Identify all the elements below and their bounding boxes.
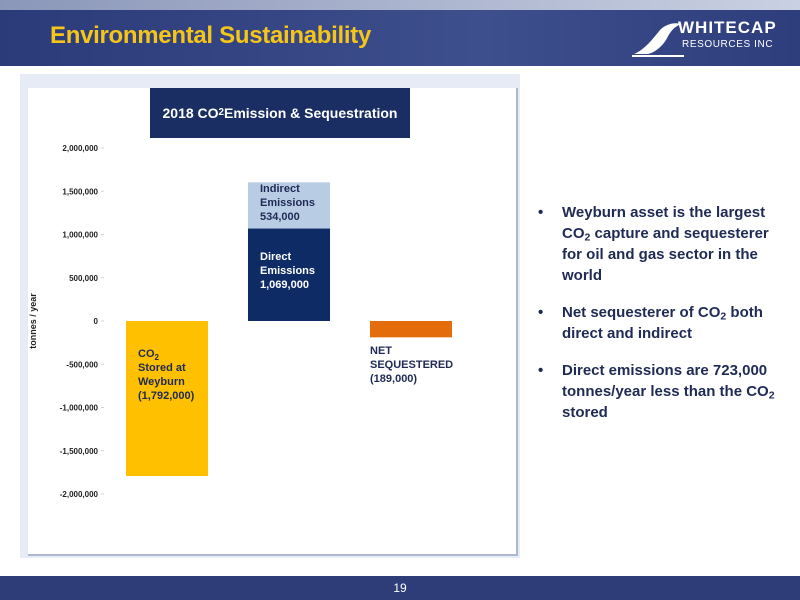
chart-title-part-1: 2018 CO (162, 105, 219, 121)
bar-label-1-line-0: Direct (260, 251, 292, 263)
bar-label-2-line-2: 534,000 (260, 211, 300, 223)
y-tick-label: -1,500,000 (60, 447, 99, 456)
bullet-3-subscript: 2 (768, 389, 775, 402)
y-tick-label: 2,000,000 (62, 144, 98, 153)
bullet-3-text-end: stored (562, 404, 608, 421)
chart-title-part-3: Emission & Sequestration (224, 105, 398, 121)
bar-label-3-line-1: SEQUESTERED (370, 359, 453, 371)
bar-label-subscript: 2 (155, 353, 160, 362)
bar-label-2-line-1: Emissions (260, 197, 315, 209)
y-tick-label: -2,000,000 (60, 490, 99, 499)
page-number: 19 (393, 581, 407, 595)
bar-label-3-line-0: NET (370, 345, 392, 357)
bullet-2-text: Net sequesterer of CO (562, 304, 721, 321)
y-tick-label: 500,000 (69, 274, 98, 283)
bar-label-2-line-0: Indirect (260, 183, 300, 195)
bullet-item-3: Direct emissions are 723,000 tonnes/year… (536, 360, 776, 423)
y-tick-label: 0 (94, 317, 99, 326)
y-axis-label: tonnes / year (28, 293, 38, 349)
bar-label-1-line-2: 1,069,000 (260, 279, 309, 291)
bar-label-0-line-3: (1,792,000) (138, 390, 195, 402)
bullet-item-1: Weyburn asset is the largest CO2 capture… (536, 202, 776, 286)
bullet-3-text: Direct emissions are 723,000 tonnes/year… (562, 362, 769, 400)
bullet-item-2: Net sequesterer of CO2 both direct and i… (536, 302, 776, 344)
y-tick-label: 1,500,000 (62, 187, 98, 196)
bullet-list: Weyburn asset is the largest CO2 capture… (536, 202, 776, 439)
bar-label-3-line-2: (189,000) (370, 373, 417, 385)
chart-title: 2018 CO 2 Emission & Sequestration (150, 88, 410, 138)
y-tick-label: -1,000,000 (60, 404, 99, 413)
bar-label-0-line-1: Stored at (138, 362, 186, 374)
bullet-1-text-end: capture and sequesterer for oil and gas … (562, 225, 769, 284)
bar-label-1-line-1: Emissions (260, 265, 315, 277)
y-tick-label: 1,000,000 (62, 231, 98, 240)
bar-3 (370, 321, 452, 338)
bar-label-0-line-2: Weyburn (138, 376, 185, 388)
y-tick-label: -500,000 (66, 360, 98, 369)
